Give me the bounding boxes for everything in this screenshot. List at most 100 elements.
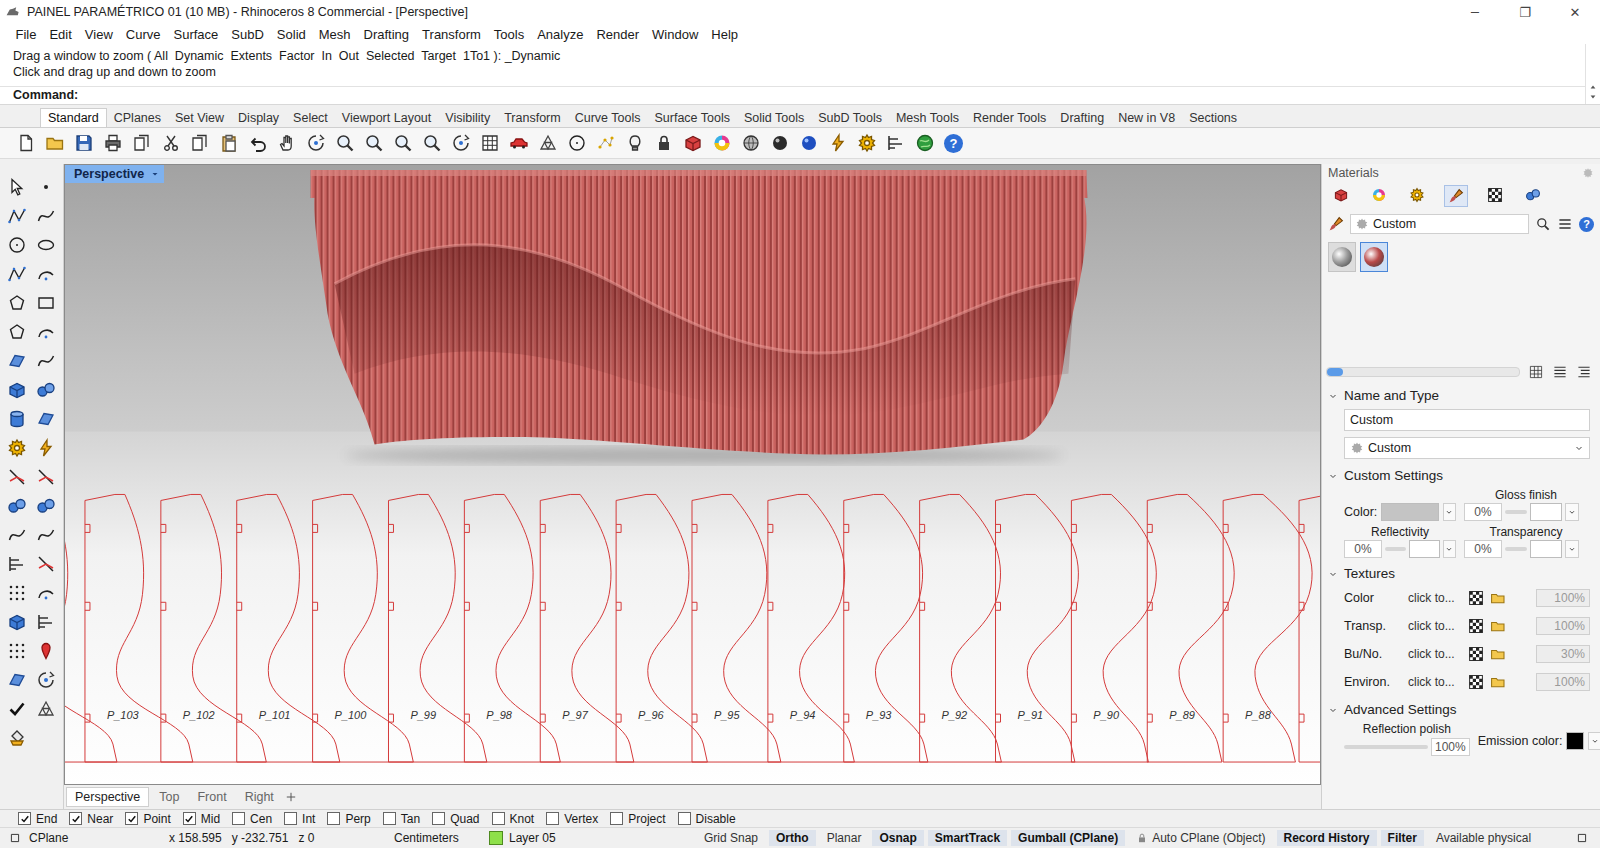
- add-viewport-icon[interactable]: [284, 790, 298, 804]
- dropdown-icon[interactable]: [1445, 508, 1453, 516]
- polygon-icon[interactable]: [7, 322, 27, 342]
- texture-amount[interactable]: 100%: [1536, 589, 1590, 607]
- texture-slot[interactable]: click to...: [1408, 619, 1462, 633]
- rotate-icon[interactable]: [306, 133, 326, 153]
- osnap-checkbox[interactable]: Cen: [232, 812, 272, 826]
- status-toggle[interactable]: Filter: [1381, 830, 1424, 846]
- reflectivity-field[interactable]: 0%: [1344, 540, 1382, 558]
- dropdown-icon[interactable]: [1568, 545, 1576, 553]
- panel-tab[interactable]: [1406, 185, 1428, 205]
- transparency-color-swatch[interactable]: [1530, 540, 1562, 558]
- menu-item[interactable]: Solid: [270, 27, 312, 42]
- curve-icon[interactable]: [36, 206, 56, 226]
- reflectivity-slider[interactable]: [1385, 547, 1406, 551]
- trim-icon[interactable]: [36, 467, 56, 487]
- list-view-icon[interactable]: [1552, 364, 1568, 380]
- menu-item[interactable]: SubD: [225, 27, 271, 42]
- toolbar-tab[interactable]: Curve Tools: [568, 109, 648, 127]
- toolbar-tab[interactable]: Transform: [497, 109, 568, 127]
- osnap-checkbox[interactable]: Vertex: [546, 812, 598, 826]
- collapse-icon[interactable]: [1328, 391, 1338, 401]
- checkbox[interactable]: [327, 812, 340, 825]
- surface-icon[interactable]: [7, 351, 27, 371]
- checker-icon[interactable]: [1468, 618, 1484, 634]
- reflectivity-color-swatch[interactable]: [1409, 540, 1440, 558]
- spheres-icon[interactable]: [7, 496, 27, 516]
- material-filter-field[interactable]: Custom: [1350, 214, 1529, 234]
- save-icon[interactable]: [74, 133, 94, 153]
- polygon-icon[interactable]: [7, 293, 27, 313]
- transparency-slider[interactable]: [1505, 547, 1527, 551]
- texture-amount[interactable]: 100%: [1536, 673, 1590, 691]
- status-toggle[interactable]: Gumball (CPlane): [1011, 830, 1125, 846]
- arrow-icon[interactable]: [7, 177, 27, 197]
- panel-tab[interactable]: [1484, 185, 1506, 205]
- viewport-tab[interactable]: Front: [189, 788, 234, 806]
- dropdown-icon[interactable]: [1574, 443, 1584, 453]
- align-icon[interactable]: [7, 554, 27, 574]
- profile-cut[interactable]: P_94: [768, 494, 854, 762]
- gear-icon[interactable]: [1409, 187, 1425, 203]
- gloss-dropdown[interactable]: [1565, 503, 1579, 521]
- lock-icon[interactable]: [1136, 832, 1148, 844]
- tree-view-icon[interactable]: [1576, 364, 1592, 380]
- texture-slot[interactable]: click to...: [1408, 675, 1462, 689]
- curve-icon[interactable]: [7, 525, 27, 545]
- circle-icon[interactable]: [7, 235, 27, 255]
- grid-icon[interactable]: [480, 133, 500, 153]
- reflectivity-dropdown[interactable]: [1443, 540, 1456, 558]
- collapse-icon[interactable]: [1328, 705, 1338, 715]
- panel-help-button[interactable]: ?: [1579, 217, 1594, 232]
- dropdown-icon[interactable]: [150, 169, 160, 179]
- menu-item[interactable]: Render: [590, 27, 646, 42]
- menu-item[interactable]: Help: [705, 27, 745, 42]
- window-control-button[interactable]: ─: [1450, 0, 1500, 24]
- menu-item[interactable]: Edit: [43, 27, 78, 42]
- pin-icon[interactable]: [36, 641, 56, 661]
- checkbox[interactable]: [183, 812, 196, 825]
- status-toggle[interactable]: Osnap: [872, 830, 923, 846]
- box-icon[interactable]: [7, 380, 27, 400]
- curve-icon[interactable]: [36, 351, 56, 371]
- check-icon[interactable]: [7, 699, 27, 719]
- checker-icon[interactable]: [1487, 187, 1503, 203]
- section-header[interactable]: Name and Type: [1322, 382, 1600, 406]
- texture-slot[interactable]: click to...: [1408, 591, 1462, 605]
- section-header[interactable]: Advanced Settings: [1322, 696, 1600, 720]
- scroll-up-icon[interactable]: [1589, 83, 1597, 91]
- zoom-icon[interactable]: [364, 133, 384, 153]
- gear-icon[interactable]: [857, 133, 877, 153]
- window-control-button[interactable]: ❐: [1500, 0, 1550, 24]
- polyline-icon[interactable]: [7, 264, 27, 284]
- rect-icon[interactable]: [36, 293, 56, 313]
- print-icon[interactable]: [103, 133, 123, 153]
- perspective-viewport[interactable]: P_103P_102P_101P_100P_99P_98P_97P_96P_95…: [64, 164, 1321, 785]
- osnap-checkbox[interactable]: Disable: [678, 812, 736, 826]
- profile-cut[interactable]: P_99: [388, 494, 486, 762]
- folder-icon[interactable]: [1490, 646, 1506, 662]
- profile-cut[interactable]: P_96: [616, 494, 707, 762]
- toolbar-tab[interactable]: Drafting: [1053, 109, 1111, 127]
- panel-tab[interactable]: [1368, 185, 1390, 205]
- profile-cut[interactable]: P_97: [540, 494, 634, 762]
- menu-item[interactable]: Analyze: [531, 27, 590, 42]
- menu-item[interactable]: View: [78, 27, 119, 42]
- toolbar-tab[interactable]: Render Tools: [966, 109, 1053, 127]
- toolbar-tab[interactable]: New in V8: [1111, 109, 1182, 127]
- rotate-icon[interactable]: [36, 670, 56, 690]
- checkbox[interactable]: [383, 812, 396, 825]
- checkbox[interactable]: [432, 812, 445, 825]
- profile-cut[interactable]: P_101: [237, 494, 340, 762]
- status-toggle[interactable]: Grid Snap: [697, 830, 765, 846]
- panel-tab[interactable]: [1522, 185, 1544, 205]
- copy-icon[interactable]: [132, 133, 152, 153]
- zoom-icon[interactable]: [393, 133, 413, 153]
- profile-cut[interactable]: [1299, 494, 1320, 762]
- polyline-icon[interactable]: [7, 206, 27, 226]
- toolbar-tab[interactable]: Solid Tools: [737, 109, 811, 127]
- osnap-checkbox[interactable]: Tan: [383, 812, 420, 826]
- toolbar-tab[interactable]: Surface Tools: [647, 109, 737, 127]
- help-button[interactable]: ?: [944, 134, 963, 153]
- command-prompt[interactable]: Command:: [0, 86, 1585, 104]
- toolbar-tab[interactable]: Standard: [40, 108, 107, 127]
